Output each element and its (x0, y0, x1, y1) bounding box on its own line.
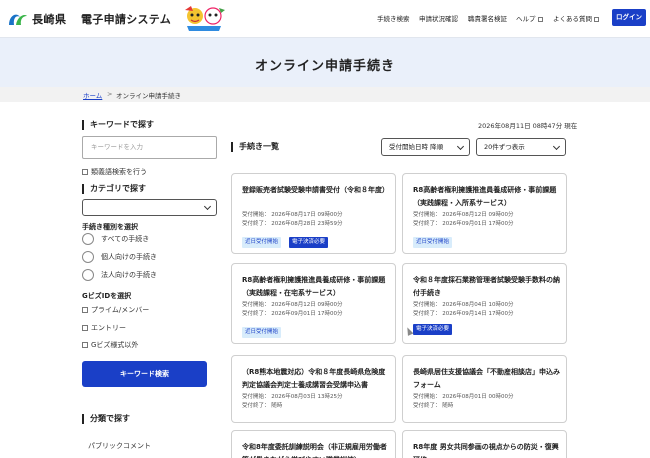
card-start: 受付開始： 2026年08月12日 09時00分 (242, 302, 343, 308)
procedure-card[interactable]: R8高齢者権利擁護推進員養成研修・事前課題（実践課程・在宅系サービス） 受付開始… (231, 263, 396, 344)
breadcrumb: ホーム > オンライン申請手続き (0, 87, 650, 102)
title-band: オンライン申請手続き (0, 37, 650, 87)
keyword-input[interactable]: キーワードを入力 (82, 136, 217, 159)
current-datetime: 2026年08月11日 08時47分 現在 (478, 122, 578, 130)
chevron-down-icon (552, 142, 561, 151)
breadcrumb-separator: > (107, 90, 113, 98)
sort-value: 受付開始日時 降順 (389, 143, 444, 151)
card-start: 受付開始： 2026年08月01日 00時00分 (413, 394, 514, 400)
procedure-card[interactable]: （R8熊本地震対応）令和８年度長崎県危険度判定協議会判定士養成講習会受講申込書 … (231, 355, 396, 423)
radio-corporate-procedures[interactable]: 法人向けの手続き (82, 269, 157, 281)
gbiz-prime-checkbox[interactable]: プライム/メンバー (82, 305, 149, 315)
radio-label: 法人向けの手続き (101, 271, 157, 279)
procedure-card[interactable]: R8高齢者権利擁護推進員養成研修・事前課題（実践課程・入所系サービス） 受付開始… (402, 173, 567, 254)
card-end: 受付終了： 2026年09月14日 17時00分 (413, 311, 514, 317)
card-title: 令和８年度採石業務管理者試験受験手数料の納付手続き (413, 276, 560, 297)
radio-all-procedures[interactable]: すべての手続き (82, 233, 149, 245)
nav-faq[interactable]: よくある質問 (553, 13, 599, 23)
gbiz-entry-checkbox[interactable]: エントリー (82, 323, 126, 333)
checkbox-icon (82, 169, 88, 175)
checkbox-icon (82, 307, 88, 313)
gbiz-option-label: エントリー (91, 324, 126, 332)
gbiz-option-label: Gビズ様式以外 (91, 341, 139, 349)
procedure-list-heading: 手続き一覧 (231, 142, 279, 152)
nav-faq-label: よくある質問 (553, 15, 592, 23)
card-end: 受付終了： 2026年09月01日 17時00分 (413, 221, 514, 227)
payment-badge: 電子決済必要 (289, 237, 329, 248)
nav-status-check[interactable]: 申請状況確認 (419, 13, 458, 23)
mascot-illustration-icon (181, 4, 227, 32)
procedure-type-heading: 手続き種別を選択 (82, 223, 138, 231)
radio-label: すべての手続き (101, 235, 150, 243)
keyword-search-heading: キーワードで探す (82, 120, 154, 130)
breadcrumb-current: オンライン申請手続き (116, 92, 181, 100)
category-select[interactable] (82, 199, 217, 216)
card-title: 長崎県居住支援協議会「不動産相談店」申込みフォーム (413, 368, 560, 389)
card-title: R8高齢者権利擁護推進員養成研修・事前課題（実践課程・在宅系サービス） (242, 276, 386, 297)
synonym-search-label: 類義語検索を行う (91, 168, 147, 176)
radio-label: 個人向けの手続き (101, 253, 157, 261)
procedure-card[interactable]: 令和8年度委託訓練説明会（非正規雇用労働者等が働きながら学びやすい職業訓練） (231, 430, 396, 458)
status-badge: 近日受付開始 (242, 327, 282, 338)
card-title: （R8熊本地震対応）令和８年度長崎県危険度判定協議会判定士養成講習会受講申込書 (242, 368, 386, 389)
card-title: R8高齢者権利擁護推進員養成研修・事前課題（実践課程・入所系サービス） (413, 186, 557, 207)
prefecture-name[interactable]: 長崎県 (32, 11, 67, 27)
procedure-card[interactable]: 登録販売者試験受験申請書受付（令和８年度） 受付開始： 2026年08月17日 … (231, 173, 396, 254)
procedure-card[interactable]: 令和８年度採石業務管理者試験受験手数料の納付手続き 受付開始： 2026年08月… (402, 263, 567, 344)
checkbox-icon (82, 325, 88, 331)
status-badge: 近日受付開始 (242, 237, 282, 248)
card-start: 受付開始： 2026年08月17日 09時00分 (242, 212, 343, 218)
card-title: 令和8年度委託訓練説明会（非正規雇用労働者等が働きながら学びやすい職業訓練） (242, 443, 387, 458)
chevron-down-icon (456, 142, 465, 151)
login-button[interactable]: ログイン (612, 9, 646, 26)
gbiz-option-label: プライム/メンバー (91, 306, 150, 314)
chevron-down-icon (203, 202, 212, 211)
card-end: 受付終了： 2026年08月28日 23時59分 (242, 221, 343, 227)
nav-help-label: ヘルプ (516, 15, 536, 23)
card-start: 受付開始： 2026年08月03日 13時25分 (242, 394, 343, 400)
category-heading: カテゴリで探す (82, 184, 146, 194)
card-start: 受付開始： 2026年08月12日 09時00分 (413, 212, 514, 218)
page-title: オンライン申請手続き (254, 59, 395, 74)
gbiz-other-checkbox[interactable]: Gビズ様式以外 (82, 340, 138, 350)
sort-select[interactable]: 受付開始日時 降順 (381, 138, 470, 156)
external-link-icon (594, 16, 599, 22)
radio-icon (82, 251, 94, 263)
breadcrumb-home-link[interactable]: ホーム (83, 90, 102, 100)
site-header: 長崎県 電子申請システム 手続き検索 申請状況確認 職責署名検証 ヘルプ よくあ… (0, 0, 650, 37)
card-end: 受付終了： 2026年09月01日 17時00分 (242, 311, 343, 317)
checkbox-icon (82, 342, 88, 348)
prefecture-logo-icon[interactable] (7, 11, 29, 27)
procedure-card[interactable]: R8年度 男女共同参画の視点からの防災・復興研修 (402, 430, 567, 458)
radio-personal-procedures[interactable]: 個人向けの手続き (82, 251, 157, 263)
card-end: 受付終了： 随時 (242, 403, 283, 409)
external-link-icon (537, 16, 543, 22)
classification-public-comment[interactable]: パブリックコメント (88, 441, 151, 451)
card-title: R8年度 男女共同参画の視点からの防災・復興研修 (413, 443, 559, 458)
per-page-select[interactable]: 20件ずつ表示 (476, 138, 566, 156)
gbiz-id-heading: GビズIDを選択 (82, 292, 132, 300)
per-page-value: 20件ずつ表示 (484, 143, 525, 151)
nav-signature-verify[interactable]: 職責署名検証 (468, 13, 507, 23)
card-end: 受付終了： 随時 (413, 403, 454, 409)
radio-icon (82, 269, 94, 281)
radio-icon (82, 233, 94, 245)
card-title: 登録販売者試験受験申請書受付（令和８年度） (242, 186, 389, 194)
system-name[interactable]: 電子申請システム (81, 11, 171, 27)
keyword-search-button[interactable]: キーワード検索 (82, 361, 207, 387)
status-badge: 近日受付開始 (413, 237, 453, 248)
procedure-card[interactable]: 長崎県居住支援協議会「不動産相談店」申込みフォーム 受付開始： 2026年08月… (402, 355, 567, 423)
nav-help[interactable]: ヘルプ (516, 13, 543, 23)
synonym-search-checkbox[interactable]: 類義語検索を行う (82, 167, 147, 177)
classification-heading: 分類で探す (82, 414, 130, 424)
card-start: 受付開始： 2026年08月04日 10時00分 (413, 302, 514, 308)
nav-procedure-search[interactable]: 手続き検索 (377, 13, 410, 23)
payment-badge: 電子決済必要 (413, 324, 453, 335)
